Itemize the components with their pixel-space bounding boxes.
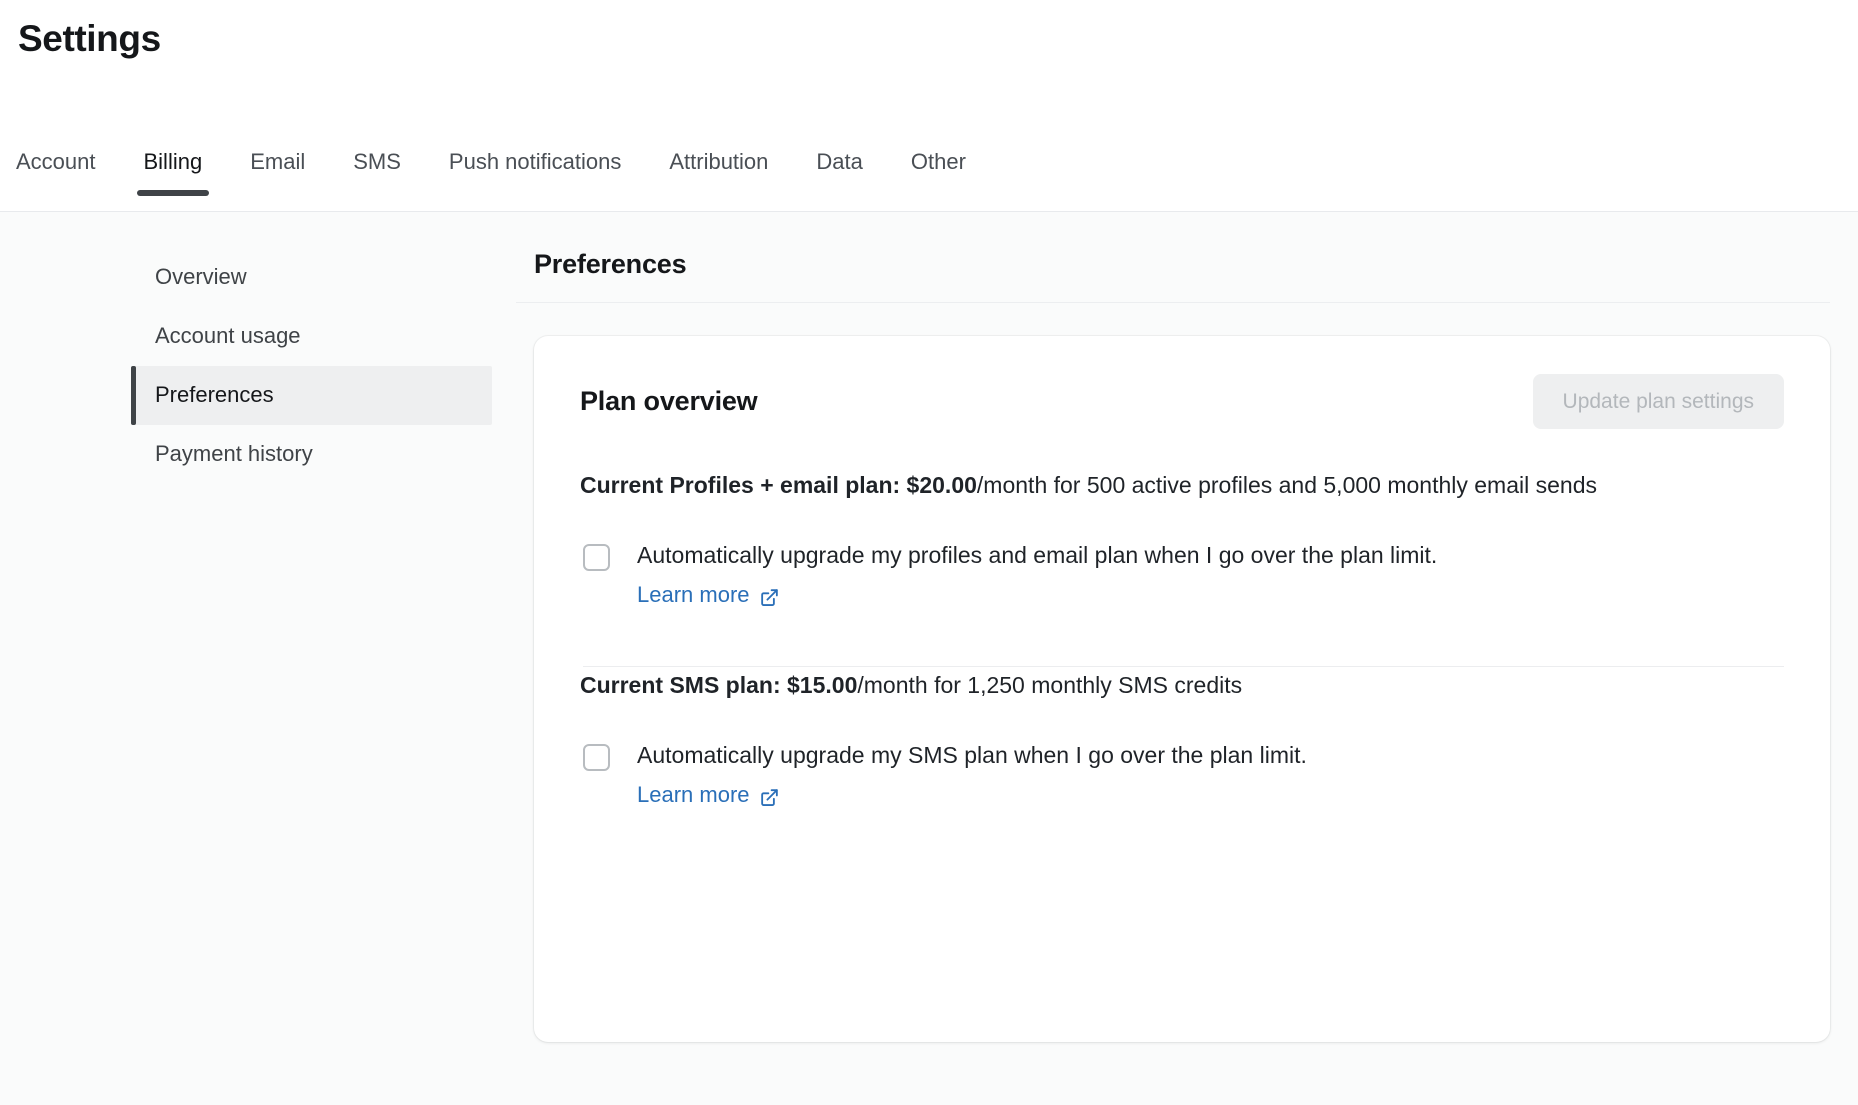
email-plan-label-strong: Current Profiles + email plan: $20.00 bbox=[580, 472, 977, 499]
sms-learn-more-label: Learn more bbox=[637, 782, 750, 808]
sms-auto-upgrade-checkbox[interactable] bbox=[583, 744, 610, 772]
sidebar-item-account-usage[interactable]: Account usage bbox=[131, 307, 492, 366]
email-plan-label-rest: /month for 500 active profiles and 5,000… bbox=[976, 472, 1597, 499]
main-content: Preferences Plan overview Update plan se… bbox=[516, 211, 1858, 1105]
tab-account[interactable]: Account bbox=[16, 150, 120, 211]
email-plan-description: Current Profiles + email plan: $20.00/mo… bbox=[580, 467, 1740, 504]
tab-sms[interactable]: SMS bbox=[329, 150, 425, 211]
settings-body: Overview Account usage Preferences Payme… bbox=[0, 211, 1858, 1105]
sms-auto-upgrade-body: Automatically upgrade my SMS plan when I… bbox=[610, 740, 1307, 810]
sms-plan-label-strong: Current SMS plan: $15.00 bbox=[580, 671, 858, 698]
sms-plan-description: Current SMS plan: $15.00/month for 1,250… bbox=[580, 667, 1740, 704]
page-header: Settings bbox=[0, 0, 1858, 61]
email-auto-upgrade-row: Automatically upgrade my profiles and em… bbox=[583, 540, 1784, 610]
email-auto-upgrade-body: Automatically upgrade my profiles and em… bbox=[610, 540, 1437, 610]
email-auto-upgrade-checkbox[interactable] bbox=[583, 544, 610, 572]
tab-other[interactable]: Other bbox=[887, 150, 990, 211]
plan-overview-card: Plan overview Update plan settings Curre… bbox=[534, 335, 1830, 1042]
tab-push-notifications[interactable]: Push notifications bbox=[425, 150, 645, 211]
tab-email[interactable]: Email bbox=[226, 150, 329, 211]
email-learn-more-link[interactable]: Learn more bbox=[637, 581, 780, 610]
tab-attribution[interactable]: Attribution bbox=[645, 150, 792, 211]
email-learn-more-label: Learn more bbox=[637, 582, 750, 608]
billing-sidebar: Overview Account usage Preferences Payme… bbox=[0, 211, 516, 1105]
sms-plan-label-rest: /month for 1,250 monthly SMS credits bbox=[857, 671, 1243, 698]
sidebar-item-preferences[interactable]: Preferences bbox=[131, 365, 492, 426]
sms-auto-upgrade-row: Automatically upgrade my SMS plan when I… bbox=[583, 740, 1784, 810]
sidebar-list: Overview Account usage Preferences Payme… bbox=[0, 248, 516, 485]
section-header: Preferences bbox=[516, 212, 1830, 303]
section-title: Preferences bbox=[534, 248, 687, 279]
plan-overview-title: Plan overview bbox=[580, 386, 758, 417]
sidebar-item-overview[interactable]: Overview bbox=[131, 248, 492, 307]
settings-tabbar: Account Billing Email SMS Push notificat… bbox=[0, 60, 1858, 212]
email-auto-upgrade-label: Automatically upgrade my profiles and em… bbox=[637, 542, 1438, 569]
tab-data[interactable]: Data bbox=[792, 150, 886, 211]
tab-billing[interactable]: Billing bbox=[120, 150, 227, 211]
external-link-icon bbox=[759, 787, 780, 808]
update-plan-settings-button[interactable]: Update plan settings bbox=[1532, 373, 1784, 430]
sms-auto-upgrade-label: Automatically upgrade my SMS plan when I… bbox=[637, 742, 1307, 769]
external-link-icon bbox=[759, 587, 780, 608]
sms-learn-more-link[interactable]: Learn more bbox=[637, 781, 780, 810]
page-title: Settings bbox=[18, 18, 161, 59]
sidebar-item-payment-history[interactable]: Payment history bbox=[131, 425, 492, 484]
plan-overview-header: Plan overview Update plan settings bbox=[580, 373, 1784, 430]
